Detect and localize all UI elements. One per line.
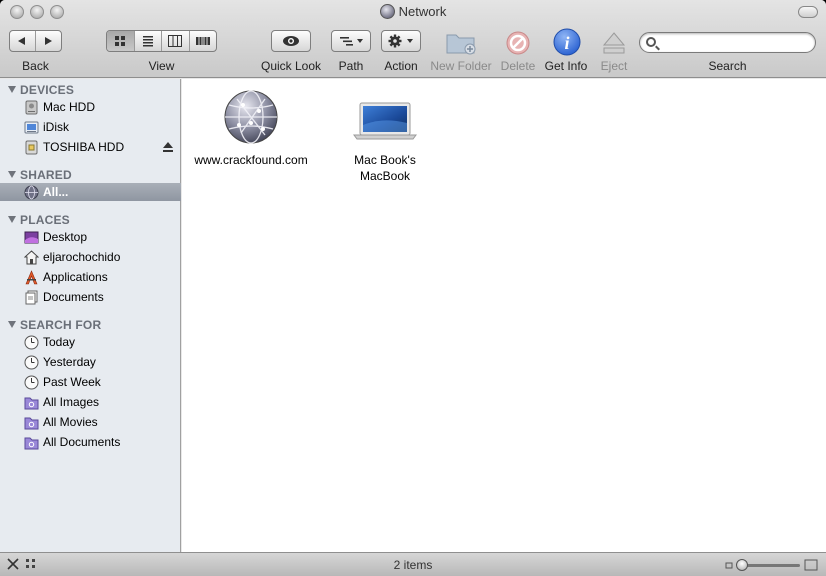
smart-folder-icon xyxy=(24,417,39,429)
sidebar-section-devices[interactable]: DEVICES xyxy=(8,83,74,97)
clock-icon xyxy=(24,375,39,389)
back-forward-control xyxy=(9,30,62,52)
quick-look-label: Quick Look xyxy=(260,59,322,73)
get-info-button[interactable]: i xyxy=(553,28,581,56)
sidebar-item-all-documents[interactable]: All Documents xyxy=(0,433,181,451)
window-title: Network xyxy=(0,4,826,19)
network-globe-icon xyxy=(379,4,395,19)
status-text: 2 items xyxy=(393,558,433,572)
view-control xyxy=(106,30,217,52)
eject-icon xyxy=(602,32,626,54)
info-icon: i xyxy=(553,28,581,56)
sidebar-item-applications[interactable]: Applications xyxy=(0,268,181,286)
action-label: Action xyxy=(384,59,418,73)
disclosure-triangle-icon xyxy=(8,86,16,93)
forward-button[interactable] xyxy=(36,31,61,51)
file-name: www.crackfound.com xyxy=(194,153,308,167)
file-browser: www.crackfound.com Mac Book's MacBook xyxy=(182,79,826,552)
sidebar-item-desktop[interactable]: Desktop xyxy=(0,228,181,246)
sidebar-item-mac-hdd[interactable]: Mac HDD xyxy=(0,98,181,116)
external-drive-icon xyxy=(25,140,38,154)
disclosure-triangle-icon xyxy=(8,321,16,328)
sidebar: DEVICES Mac HDD iDisk TOSHIBA HDD SHARED… xyxy=(0,79,181,552)
documents-icon xyxy=(25,290,38,304)
eye-icon xyxy=(283,36,299,46)
delete-icon xyxy=(506,31,530,55)
network-globe-icon xyxy=(224,90,278,144)
back-label: Back xyxy=(22,59,49,73)
triangle-left-icon xyxy=(18,37,26,45)
sidebar-item-all-shared[interactable]: All... xyxy=(0,183,181,201)
sidebar-item-yesterday[interactable]: Yesterday xyxy=(0,353,181,371)
file-item-macbook[interactable]: Mac Book's MacBook xyxy=(320,89,450,184)
desktop-icon xyxy=(24,231,39,243)
eject-icon[interactable] xyxy=(163,142,173,152)
file-item-crackfound[interactable]: www.crackfound.com xyxy=(186,89,316,168)
status-bar: 2 items xyxy=(0,552,826,576)
path-button[interactable] xyxy=(331,30,371,52)
applications-icon xyxy=(25,269,38,284)
sidebar-section-search-for[interactable]: SEARCH FOR xyxy=(8,318,101,332)
sidebar-item-idisk[interactable]: iDisk xyxy=(0,118,181,136)
sidebar-section-places[interactable]: PLACES xyxy=(8,213,70,227)
sidebar-section-shared[interactable]: SHARED xyxy=(8,168,72,182)
new-folder-button[interactable] xyxy=(445,29,477,55)
macbook-icon xyxy=(353,102,417,140)
sidebar-item-past-week[interactable]: Past Week xyxy=(0,373,181,391)
clock-icon xyxy=(24,335,39,349)
coverflow-icon xyxy=(195,37,210,45)
new-folder-label: New Folder xyxy=(430,59,492,73)
smart-folder-icon xyxy=(24,437,39,449)
finder-window: Network Back View Quick Look Path Action… xyxy=(0,0,826,576)
disclosure-triangle-icon xyxy=(8,171,16,178)
sidebar-item-home[interactable]: eljarochochido xyxy=(0,248,181,266)
eject-label: Eject xyxy=(600,59,628,73)
search-field[interactable] xyxy=(639,32,816,53)
new-folder-icon xyxy=(446,34,476,55)
path-icon xyxy=(340,37,363,46)
icon-grid-icon xyxy=(115,36,126,46)
search-input[interactable] xyxy=(660,35,810,50)
toolbar: Network Back View Quick Look Path Action… xyxy=(0,0,826,78)
icon-view-button[interactable] xyxy=(107,31,135,51)
triangle-right-icon xyxy=(45,37,53,45)
column-view-button[interactable] xyxy=(162,31,190,51)
get-info-label: Get Info xyxy=(544,59,588,73)
large-icon-size-icon xyxy=(804,559,818,571)
hard-drive-icon xyxy=(25,100,38,114)
network-globe-icon xyxy=(24,185,39,199)
list-icon xyxy=(142,36,153,47)
idisk-icon xyxy=(24,121,39,133)
coverflow-view-button[interactable] xyxy=(190,31,217,51)
small-icon-size-icon xyxy=(725,562,733,569)
action-button[interactable] xyxy=(381,30,421,52)
back-button[interactable] xyxy=(10,31,36,51)
path-label: Path xyxy=(338,59,364,73)
svg-text:i: i xyxy=(564,33,569,53)
search-label: Search xyxy=(708,59,747,73)
quick-look-button[interactable] xyxy=(271,30,311,52)
gear-icon xyxy=(388,34,413,48)
delete-button[interactable] xyxy=(505,30,531,56)
smart-folder-icon xyxy=(24,397,39,409)
sidebar-item-toshiba-hdd[interactable]: TOSHIBA HDD xyxy=(0,138,181,156)
delete-label: Delete xyxy=(500,59,536,73)
file-name: Mac Book's MacBook xyxy=(354,153,416,183)
sidebar-item-all-movies[interactable]: All Movies xyxy=(0,413,181,431)
home-icon xyxy=(24,249,39,264)
eject-button[interactable] xyxy=(602,30,626,56)
columns-icon xyxy=(168,35,183,47)
sidebar-item-all-images[interactable]: All Images xyxy=(0,393,181,411)
search-icon xyxy=(646,37,656,47)
icon-size-slider-knob[interactable] xyxy=(736,559,748,571)
sidebar-item-today[interactable]: Today xyxy=(0,333,181,351)
list-view-button[interactable] xyxy=(135,31,162,51)
clock-icon xyxy=(24,355,39,369)
disclosure-triangle-icon xyxy=(8,216,16,223)
view-label: View xyxy=(148,59,175,73)
sidebar-item-documents[interactable]: Documents xyxy=(0,288,181,306)
